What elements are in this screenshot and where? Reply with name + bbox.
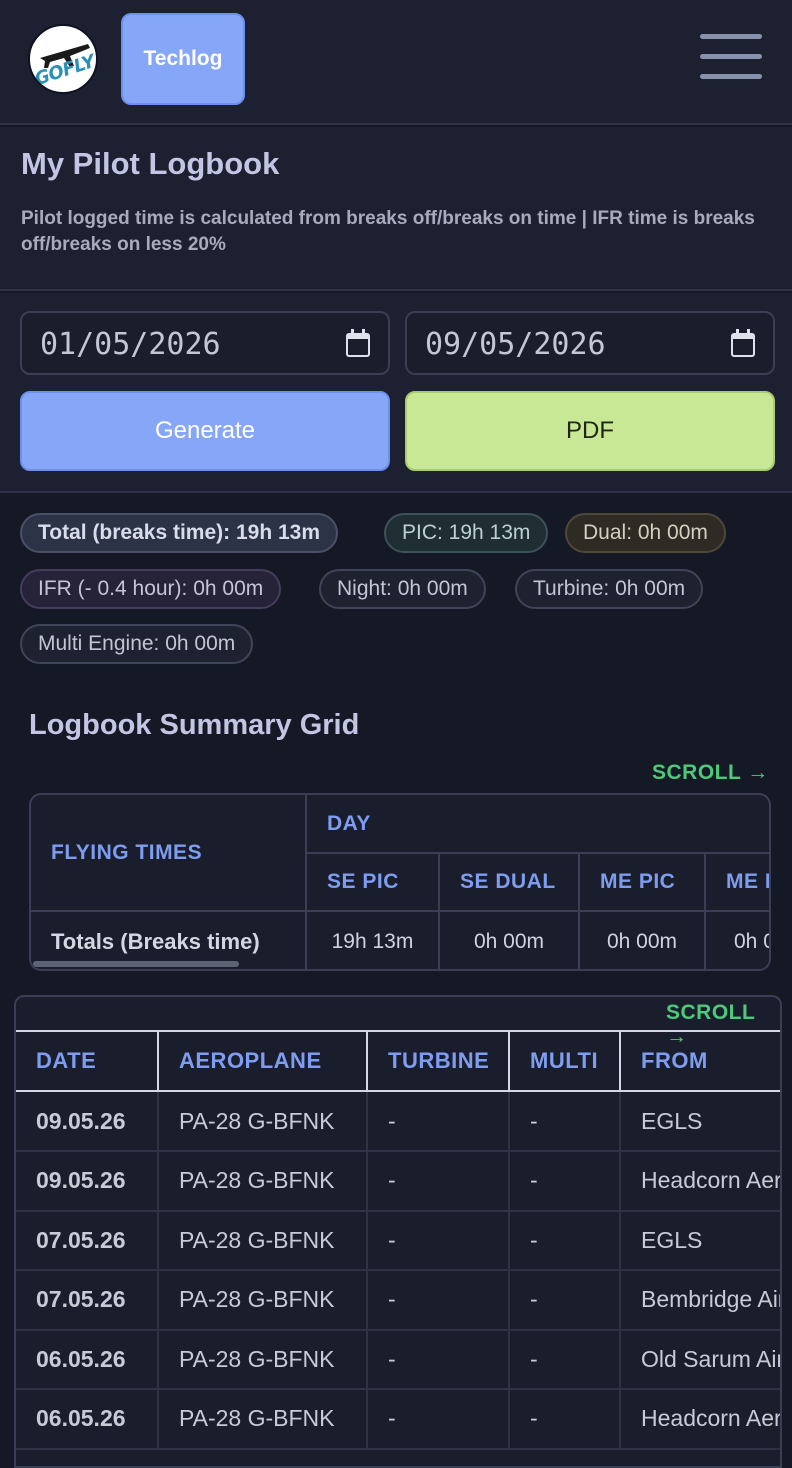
cell-multi: - — [510, 1211, 621, 1271]
cell-multi: - — [510, 1092, 621, 1152]
cell-aeroplane: PA-28 G-BFNK — [159, 1151, 368, 1212]
flying-times-header: FLYING TIMES — [31, 795, 307, 912]
table-row[interactable]: 09.05.26 PA-28 G-BFNK - - EGLS — [16, 1092, 780, 1152]
me-pic-header: ME PIC — [580, 854, 706, 912]
cell-turbine: - — [368, 1270, 510, 1331]
cell-date: 09.05.26 — [16, 1151, 159, 1212]
cell-from: Old Sarum Airfield — [621, 1330, 780, 1390]
cell-date: 06.05.26 — [16, 1330, 159, 1390]
cell-from: EGLS — [621, 1211, 780, 1271]
date-from-value: 01/05/2026 — [40, 327, 221, 362]
cell-multi: - — [510, 1270, 621, 1331]
pdf-button[interactable]: PDF — [405, 391, 775, 471]
techlog-button[interactable]: Techlog — [121, 13, 245, 105]
cell-turbine: - — [368, 1151, 510, 1212]
intro-section: My Pilot Logbook Pilot logged time is ca… — [0, 127, 792, 291]
column-header-date[interactable]: DATE — [16, 1032, 159, 1092]
logbook-table[interactable]: SCROLL → DATE AEROPLANE TURBINE MULTI FR… — [14, 995, 782, 1468]
cell-aeroplane: PA-28 G-BFNK — [159, 1211, 368, 1271]
totals-me-pic: 0h 00m — [580, 912, 706, 969]
cell-aeroplane: PA-28 G-BFNK — [159, 1270, 368, 1331]
cell-turbine: - — [368, 1211, 510, 1271]
chip-night: Night: 0h 00m — [319, 569, 486, 609]
chip-total: Total (breaks time): 19h 13m — [20, 513, 339, 553]
day-header: DAY — [307, 795, 769, 854]
table-row[interactable]: 09.05.26PA-28 G-BFNK--Headcorn Aerodrome — [16, 1151, 780, 1212]
page-description: Pilot logged time is calculated from bre… — [21, 208, 755, 255]
column-header-turbine[interactable]: TURBINE — [368, 1032, 510, 1092]
calendar-icon[interactable] — [346, 329, 370, 357]
totals-se-pic: 19h 13m — [307, 912, 440, 969]
cell-multi: - — [510, 1389, 621, 1450]
cell-multi: - — [510, 1330, 621, 1390]
cell-turbine: - — [368, 1389, 510, 1450]
chip-multi-engine: Multi Engine: 0h 00m — [20, 624, 254, 664]
se-dual-header: SE DUAL — [440, 854, 580, 912]
cell-aeroplane: PA-28 G-BFNK — [159, 1092, 368, 1152]
table-row[interactable]: 06.05.26PA-28 G-BFNK--Old Sarum Airfield — [16, 1330, 780, 1390]
cell-date: 09.05.26 — [16, 1092, 159, 1152]
logo[interactable]: GOFLY — [28, 24, 98, 94]
cell-from: Headcorn Aerodrome — [621, 1390, 780, 1450]
cell-date: 06.05.26 — [16, 1389, 159, 1450]
cell-from: Headcorn Aerodrome — [621, 1152, 780, 1212]
chip-dual: Dual: 0h 00m — [565, 513, 726, 553]
summary-title: Logbook Summary Grid — [29, 709, 360, 741]
cell-from: EGLS — [621, 1092, 780, 1152]
date-from-input[interactable]: 01/05/2026 — [20, 311, 390, 375]
hamburger-menu-icon[interactable] — [700, 34, 762, 84]
date-to-input[interactable]: 09/05/2026 — [405, 311, 775, 375]
column-header-from[interactable]: FROM — [621, 1032, 780, 1092]
app-header: GOFLY Techlog — [0, 0, 792, 125]
table-row[interactable]: 07.05.26 PA-28 G-BFNK - - EGLS — [16, 1211, 780, 1271]
controls-section: 01/05/2026 09/05/2026 Generate PDF — [0, 293, 792, 493]
cell-date: 07.05.26 — [16, 1211, 159, 1271]
table-header-row: DATE AEROPLANE TURBINE MULTI FROM — [16, 1032, 780, 1092]
totals-me-dual: 0h 00m — [706, 912, 769, 969]
column-header-multi[interactable]: MULTI — [510, 1032, 621, 1092]
generate-button[interactable]: Generate — [20, 391, 390, 471]
page-title: My Pilot Logbook — [21, 146, 280, 181]
calendar-icon[interactable] — [731, 329, 755, 357]
column-header-aeroplane[interactable]: AEROPLANE — [159, 1032, 368, 1092]
cell-from: Bembridge Airport — [621, 1271, 780, 1331]
se-pic-header: SE PIC — [307, 854, 440, 912]
cell-date: 07.05.26 — [16, 1270, 159, 1331]
horizontal-scrollbar[interactable] — [33, 961, 239, 967]
me-dual-header: ME DUAL — [706, 854, 769, 912]
table-row[interactable]: 06.05.26PA-28 G-BFNK--Headcorn Aerodrome — [16, 1389, 780, 1450]
cell-aeroplane: PA-28 G-BFNK — [159, 1330, 368, 1390]
summary-scroll-hint: SCROLL → — [652, 761, 769, 784]
cell-aeroplane: PA-28 G-BFNK — [159, 1389, 368, 1450]
chip-turbine: Turbine: 0h 00m — [515, 569, 704, 609]
cell-turbine: - — [368, 1092, 510, 1152]
totals-se-dual: 0h 00m — [440, 912, 580, 969]
cell-multi: - — [510, 1151, 621, 1212]
chip-ifr: IFR (- 0.4 hour): 0h 00m — [20, 569, 282, 609]
table-row[interactable]: 07.05.26PA-28 G-BFNK--Bembridge Airport — [16, 1270, 780, 1331]
cell-turbine: - — [368, 1330, 510, 1390]
chip-pic: PIC: 19h 13m — [384, 513, 549, 553]
summary-grid[interactable]: FLYING TIMES DAY SE PIC SE DUAL ME PIC M… — [29, 793, 771, 971]
date-to-value: 09/05/2026 — [425, 327, 606, 362]
